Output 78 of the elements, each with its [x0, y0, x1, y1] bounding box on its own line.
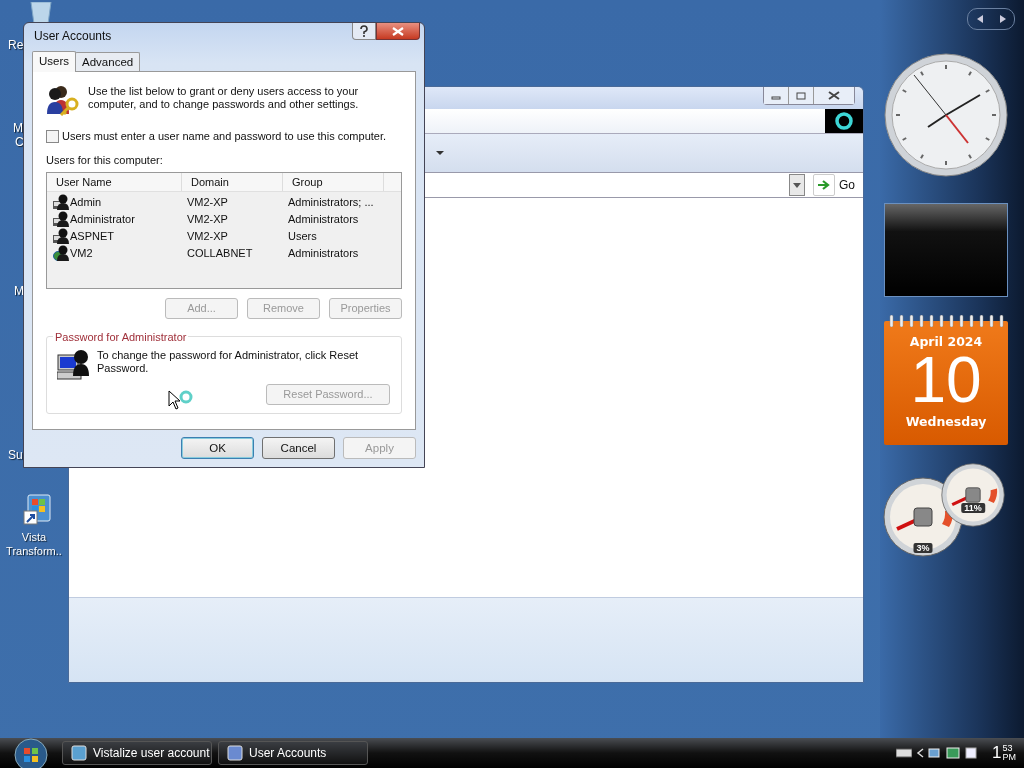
- shortcut-icon[interactable]: [22, 493, 54, 527]
- checkbox-label[interactable]: Users must enter a user name and password to use this computer.: [62, 130, 387, 143]
- network-icon[interactable]: [928, 746, 943, 760]
- clock-minutes: 53: [1002, 744, 1014, 753]
- calendar-month: April 2024: [909, 334, 983, 349]
- list-row[interactable]: VM2 COLLABNET Administrators: [47, 244, 401, 262]
- dialog-button[interactable]: Cancel: [262, 437, 335, 459]
- taskbar-button[interactable]: Vistalize user account: [62, 741, 212, 765]
- arrow-icon: [817, 179, 831, 191]
- gauge-reading: 11%: [961, 503, 985, 513]
- desktop-icon-label[interactable]: Su: [8, 448, 23, 462]
- next-icon[interactable]: [998, 15, 1007, 23]
- window-icon: [227, 745, 243, 761]
- help-icon: [359, 25, 369, 37]
- users-key-icon: [46, 83, 80, 116]
- desktop-icon-label[interactable]: Re: [8, 38, 24, 52]
- monitor-icon[interactable]: [946, 746, 961, 760]
- table-cell: VM2-XP: [187, 230, 228, 243]
- calendar-day: 10: [910, 349, 982, 411]
- instructions-text: Use the list below to grant or deny users access to your computer, and to change passwords and other settings.: [88, 84, 360, 111]
- maximize-icon: [796, 91, 806, 100]
- taskbar-button[interactable]: User Accounts: [218, 741, 368, 765]
- table-cell: Admin: [70, 196, 102, 209]
- document-icon[interactable]: [964, 746, 979, 760]
- calendar-weekday: Wednesday: [905, 414, 987, 429]
- table-cell: Administrators: [288, 213, 359, 226]
- column-header[interactable]: User Name: [47, 172, 182, 191]
- column-header[interactable]: Group: [283, 172, 384, 191]
- tab[interactable]: Advanced: [75, 51, 141, 71]
- desktop-icon-label[interactable]: C: [15, 135, 24, 149]
- dialog-button[interactable]: OK: [181, 437, 254, 459]
- close-icon: [392, 26, 404, 36]
- clock-hour: 1: [992, 743, 1002, 763]
- close-icon: [828, 91, 840, 100]
- table-cell: VM2-XP: [187, 213, 228, 226]
- task-label: User Accounts: [249, 746, 327, 760]
- table-cell: Users: [288, 230, 317, 243]
- go-label[interactable]: Go: [839, 178, 855, 192]
- desktop-icon-label[interactable]: M: [14, 284, 24, 298]
- logo-icon: [825, 109, 863, 133]
- help-button[interactable]: [352, 23, 376, 40]
- section-label: Users for this computer:: [46, 153, 164, 166]
- gadget-navigation[interactable]: [967, 8, 1015, 30]
- gauge-reading: 3%: [913, 543, 933, 553]
- dropdown-button[interactable]: [789, 174, 805, 196]
- start-button[interactable]: [12, 738, 50, 768]
- computer-user-icon: [57, 348, 91, 381]
- clock-period: PM: [1002, 753, 1016, 762]
- close-button[interactable]: [814, 87, 854, 104]
- list-row[interactable]: Administrator VM2-XP Administrators: [47, 210, 401, 228]
- tab[interactable]: Users: [32, 50, 77, 72]
- column-header[interactable]: Domain: [182, 172, 283, 191]
- table-cell: ASPNET: [70, 230, 114, 243]
- table-cell: Administrator: [70, 213, 135, 226]
- table-cell: Administrators; ...: [288, 196, 374, 209]
- dropdown-arrow-icon[interactable]: [435, 150, 445, 156]
- dropdown-arrow-icon: [793, 182, 801, 188]
- group-title: Password for Administrator: [54, 330, 188, 343]
- checkbox[interactable]: [46, 129, 59, 143]
- app-icon: [71, 745, 87, 761]
- go-button[interactable]: [813, 174, 835, 196]
- expand-tray-icon[interactable]: [916, 748, 925, 758]
- keyboard-icon[interactable]: [896, 748, 913, 758]
- gauge-drawing: [941, 463, 1005, 527]
- task-label: Vistalize user account: [93, 746, 210, 760]
- table-cell: VM2-XP: [187, 196, 228, 209]
- list-row[interactable]: ASPNET VM2-XP Users: [47, 227, 401, 245]
- window-title: User Accounts: [34, 29, 112, 43]
- list-row[interactable]: Admin VM2-XP Administrators; ...: [47, 193, 401, 211]
- previous-icon[interactable]: [975, 15, 984, 23]
- table-cell: VM2: [70, 247, 93, 260]
- instructions-text: To change the password for Administrator, click Reset Password.: [97, 348, 360, 375]
- desktop-icon-label[interactable]: Vista Transform..: [1, 530, 67, 558]
- close-button[interactable]: [376, 23, 420, 40]
- busy-cursor-icon: [168, 390, 194, 412]
- table-cell: Administrators: [288, 247, 359, 260]
- table-cell: COLLABNET: [187, 247, 253, 260]
- desktop-icon-label[interactable]: M: [13, 121, 23, 135]
